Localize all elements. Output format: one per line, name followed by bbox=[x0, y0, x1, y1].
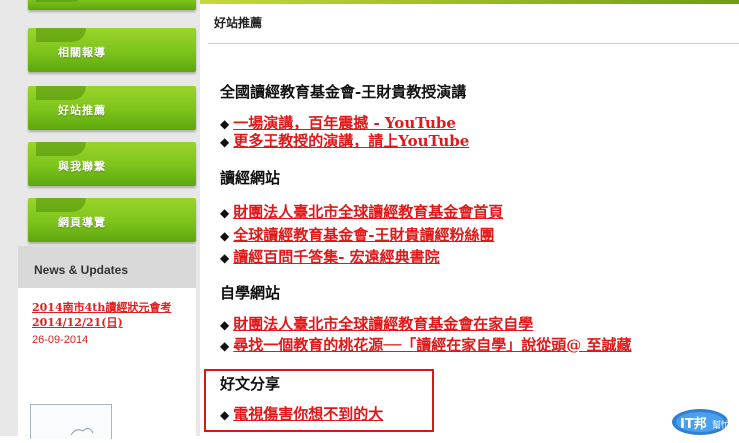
link-foundation-home[interactable]: 財團法人臺北市全球讀經教育基金會首頁 bbox=[233, 203, 503, 221]
link-education-utopia[interactable]: 尋找一個教育的桃花源──「讀經在家自學」說從頭@ 至誠藏 bbox=[233, 336, 631, 354]
sidebar-item-label: 網頁導覽 bbox=[58, 216, 106, 229]
section-heading: 好文分享 bbox=[220, 375, 281, 393]
news-link[interactable]: 2014南市4th讀經狀元會考 2014/12/21(日) bbox=[32, 300, 192, 330]
list-item: ◆ 全球讀經教育基金會-王財貴讀經粉絲團 bbox=[220, 224, 494, 245]
list-item: ◆ 讀經百問千答集- 宏遠經典書院 bbox=[220, 246, 440, 267]
link-more-speeches[interactable]: 更多王教授的演講，請上YouTube bbox=[233, 132, 469, 150]
diamond-bullet-icon: ◆ bbox=[220, 229, 230, 243]
news-heading: News & Updates bbox=[18, 246, 196, 288]
list-item: ◆ 更多王教授的演講，請上YouTube bbox=[220, 130, 469, 151]
divider bbox=[208, 43, 739, 44]
link-tv-harm-article[interactable]: 電視傷害你想不到的大 bbox=[233, 405, 383, 423]
section-heading: 全國讀經教育基金會-王財貴教授演講 bbox=[220, 83, 467, 101]
sidebar-item-top[interactable] bbox=[28, 0, 196, 10]
sidebar-item-label: 相關報導 bbox=[58, 46, 106, 59]
news-thumbnail[interactable] bbox=[30, 404, 112, 439]
list-item: ◆ 尋找一個教育的桃花源──「讀經在家自學」說從頭@ 至誠藏 bbox=[220, 334, 632, 355]
it-badge-icon: IT邦 幫忙 bbox=[672, 409, 730, 435]
sidebar-item-label: 與我聯繫 bbox=[58, 160, 106, 173]
leaf-decoration-icon bbox=[36, 28, 86, 42]
svg-text:IT邦: IT邦 bbox=[680, 416, 707, 432]
diamond-bullet-icon: ◆ bbox=[220, 206, 230, 220]
sidebar-item-contact[interactable]: 與我聯繫 bbox=[28, 142, 196, 186]
leaf-decoration-icon bbox=[36, 198, 86, 212]
link-homeschool[interactable]: 財團法人臺北市全球讀經教育基金會在家自學 bbox=[233, 315, 533, 333]
sidebar-item-label: 好站推薦 bbox=[58, 104, 106, 117]
header-accent-bar bbox=[200, 0, 739, 4]
news-date: 26-09-2014 bbox=[32, 334, 89, 346]
it-help-badge[interactable]: IT邦 幫忙 bbox=[670, 404, 736, 436]
diamond-bullet-icon: ◆ bbox=[220, 135, 230, 149]
leaf-decoration-icon bbox=[36, 142, 86, 156]
chart-thumbnail-icon bbox=[70, 427, 94, 436]
diamond-bullet-icon: ◆ bbox=[220, 339, 230, 353]
leaf-decoration-icon bbox=[36, 86, 86, 100]
list-item: ◆ 財團法人臺北市全球讀經教育基金會在家自學 bbox=[220, 313, 533, 334]
list-item: ◆ 財團法人臺北市全球讀經教育基金會首頁 bbox=[220, 201, 503, 222]
section-heading: 自學網站 bbox=[220, 284, 281, 302]
list-item: ◆ 電視傷害你想不到的大 bbox=[220, 403, 383, 424]
page-title: 好站推薦 bbox=[214, 16, 263, 30]
sidebar-item-related-reports[interactable]: 相關報導 bbox=[28, 28, 196, 72]
sidebar-item-recommended-sites[interactable]: 好站推薦 bbox=[28, 86, 196, 130]
link-fan-page[interactable]: 全球讀經教育基金會-王財貴讀經粉絲團 bbox=[233, 226, 494, 244]
diamond-bullet-icon: ◆ bbox=[220, 318, 230, 332]
diamond-bullet-icon: ◆ bbox=[220, 251, 230, 265]
link-qa-collection[interactable]: 讀經百問千答集- 宏遠經典書院 bbox=[233, 248, 439, 266]
diamond-bullet-icon: ◆ bbox=[220, 117, 230, 131]
diamond-bullet-icon: ◆ bbox=[220, 408, 230, 422]
section-heading: 讀經網站 bbox=[220, 169, 281, 187]
svg-text:幫忙: 幫忙 bbox=[712, 419, 730, 431]
sidebar-item-site-map[interactable]: 網頁導覽 bbox=[28, 198, 196, 242]
